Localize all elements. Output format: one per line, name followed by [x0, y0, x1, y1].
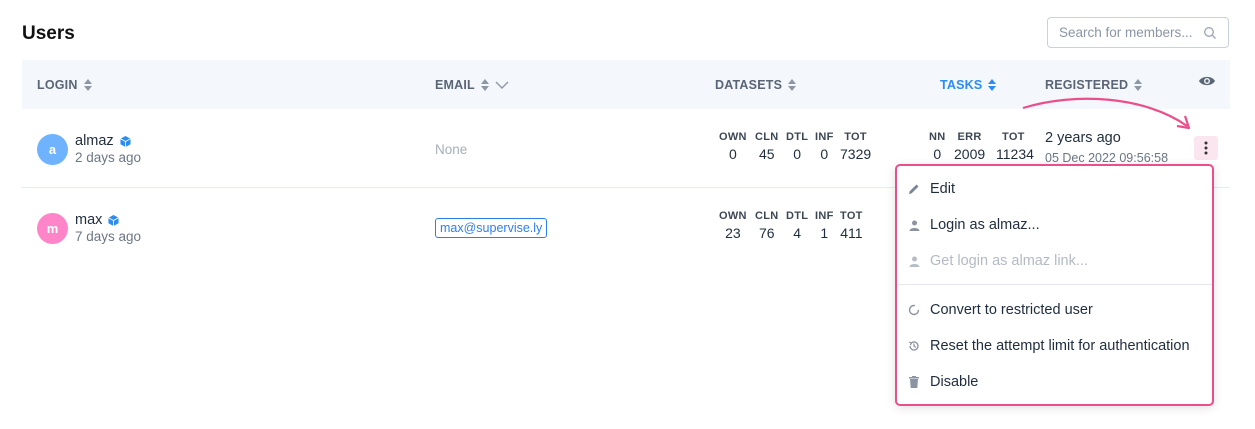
menu-item-convert-restricted[interactable]: Convert to restricted user [897, 293, 1212, 327]
dataset-inf: INF 1 [815, 210, 834, 241]
task-nn: NN 0 [929, 131, 946, 162]
email-value: None [435, 142, 468, 157]
row-actions-button[interactable] [1194, 136, 1218, 160]
email-tag[interactable]: max@supervise.ly [435, 218, 548, 238]
user-login: almaz [75, 133, 131, 149]
sort-icon [1134, 79, 1143, 91]
row-context-menu: Edit Login as almaz... Get login as alma… [895, 164, 1214, 406]
cube-icon [108, 214, 120, 226]
circle-progress-icon [907, 303, 921, 317]
dataset-inf: INF 0 [815, 131, 834, 162]
sort-icon [788, 79, 797, 91]
user-login-link[interactable]: almaz [75, 133, 114, 149]
dataset-tot: TOT 7329 [840, 131, 872, 162]
dataset-own: OWN 0 [719, 131, 747, 162]
dataset-tot: TOT 411 [840, 210, 863, 241]
dataset-dtl: DTL 4 [786, 210, 809, 241]
sort-icon [480, 79, 489, 91]
sort-icon [83, 79, 92, 91]
menu-item-disable[interactable]: Disable [897, 365, 1212, 399]
search-box[interactable] [1047, 17, 1229, 48]
column-header-datasets[interactable]: DATASETS [715, 78, 797, 92]
search-input[interactable] [1048, 18, 1198, 47]
kebab-icon [1204, 141, 1208, 155]
user-login-link[interactable]: max [75, 212, 102, 228]
page-title: Users [22, 23, 75, 44]
menu-item-login-as[interactable]: Login as almaz... [897, 208, 1212, 242]
chevron-down-icon[interactable] [495, 81, 509, 90]
user-icon [907, 254, 921, 268]
menu-divider [897, 284, 1212, 285]
cube-icon [119, 135, 131, 147]
eye-icon[interactable] [1198, 74, 1216, 88]
dataset-dtl: DTL 0 [786, 131, 809, 162]
avatar: m [37, 213, 68, 244]
task-err: ERR 2009 [954, 131, 986, 162]
column-header-login[interactable]: LOGIN [37, 78, 92, 92]
history-icon [907, 339, 921, 353]
sort-icon [988, 79, 997, 91]
last-seen: 2 days ago [75, 150, 142, 165]
menu-item-get-login-link: Get login as almaz link... [897, 244, 1212, 278]
user-login: max [75, 212, 120, 228]
dataset-cln: CLN 45 [755, 131, 779, 162]
avatar: a [37, 134, 68, 165]
pencil-icon [907, 182, 921, 196]
column-header-registered[interactable]: REGISTERED [1045, 78, 1143, 92]
dataset-own: OWN 23 [719, 210, 747, 241]
user-icon [907, 218, 921, 232]
column-header-tasks[interactable]: TASKS [940, 78, 997, 92]
column-header-email[interactable]: EMAIL [435, 78, 509, 92]
registered-date: 05 Dec 2022 09:56:58 [1045, 151, 1169, 165]
search-icon[interactable] [1203, 26, 1217, 40]
trash-icon [907, 375, 921, 389]
last-seen: 7 days ago [75, 229, 142, 244]
dataset-cln: CLN 76 [755, 210, 779, 241]
menu-item-reset-attempts[interactable]: Reset the attempt limit for authenticati… [897, 329, 1212, 363]
menu-item-edit[interactable]: Edit [897, 172, 1212, 206]
annotation-arrow-icon [1022, 97, 1191, 130]
